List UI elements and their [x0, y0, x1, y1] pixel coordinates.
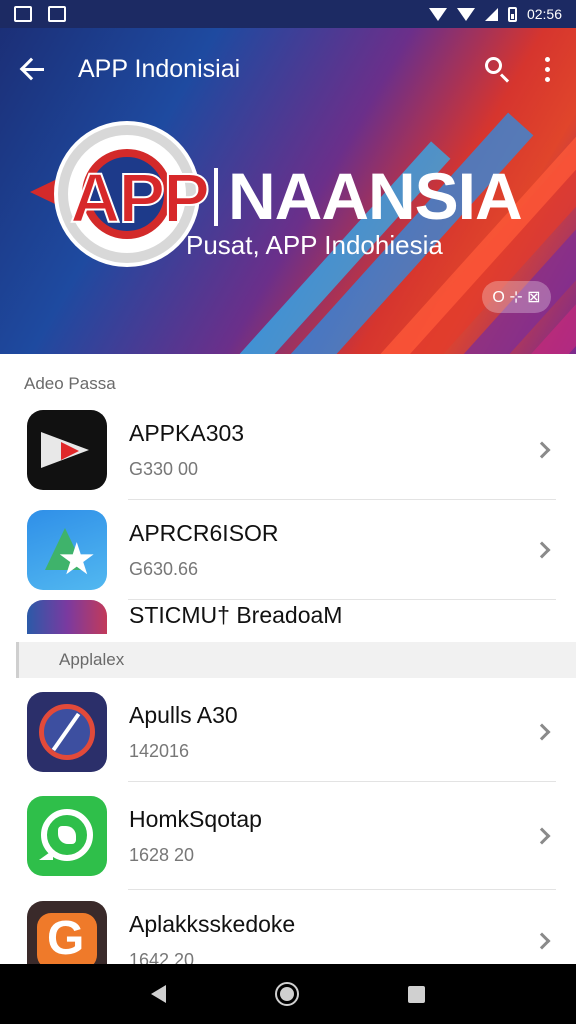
search-button[interactable] — [472, 44, 522, 94]
list-item[interactable]: Apulls A30 142016 — [0, 682, 576, 782]
nav-recents-icon[interactable] — [408, 985, 426, 1003]
signal-icon — [484, 7, 498, 21]
compass-icon — [27, 692, 107, 772]
chevron-right-icon — [533, 541, 551, 559]
item-meta: G330 00 — [129, 459, 199, 479]
gradient-app-icon — [27, 600, 107, 634]
section-header: Applalex — [16, 642, 576, 678]
brand-name: NAANSIA — [228, 159, 523, 233]
battery-icon — [507, 6, 517, 22]
play-video-icon — [27, 410, 107, 490]
item-name: Aplakksskedoke — [129, 911, 296, 937]
chevron-right-icon — [533, 827, 551, 845]
back-button[interactable] — [0, 28, 66, 110]
list-item[interactable]: G Aplakksskedoke 1642 20 — [0, 890, 576, 964]
section-header: Adeo Passa — [24, 374, 116, 393]
item-name: STICMU† BreadoaM — [129, 602, 343, 628]
search-icon — [485, 57, 502, 74]
list-item[interactable]: ★ APRCR6ISOR G630.66 — [0, 500, 576, 600]
list-item[interactable]: APPKA303 G330 00 — [0, 400, 576, 500]
chat-phone-icon — [27, 796, 107, 876]
more-options-button[interactable] — [522, 44, 572, 94]
nav-back-icon[interactable] — [150, 985, 166, 1003]
list-item[interactable]: HomkSqotap 1628 20 — [0, 782, 576, 890]
brand-prefix: APP — [69, 158, 211, 238]
item-name: HomkSqotap — [129, 806, 262, 832]
hero-chip-button[interactable]: O ⊹ ⊠ — [482, 281, 551, 313]
brand-tagline: Pusat, APP Indohiesia — [186, 230, 443, 260]
list-item[interactable]: STICMU† BreadoaM — [0, 600, 576, 642]
chevron-right-icon — [533, 932, 551, 950]
nav-home-icon[interactable] — [274, 982, 299, 1006]
notification-icon — [14, 6, 32, 22]
app-bar: APP Indonisiai — [0, 28, 576, 110]
system-nav-bar — [0, 964, 576, 1024]
back-arrow-icon — [20, 56, 46, 82]
screenshot-icon — [48, 6, 66, 22]
star-gradient-icon: ★ — [27, 510, 107, 590]
status-bar: 02:56 — [0, 0, 576, 28]
wifi-icon — [428, 7, 447, 21]
app-list: Adeo Passa APPKA303 G330 00 ★ APRCR6ISOR… — [0, 354, 576, 964]
chevron-right-icon — [533, 723, 551, 741]
item-meta: 142016 — [129, 741, 190, 761]
g-badge-icon: G — [27, 901, 107, 964]
item-meta: 1628 20 — [129, 845, 195, 865]
wifi-icon — [456, 7, 475, 21]
page-title: APP Indonisiai — [78, 54, 241, 83]
item-meta: G630.66 — [129, 559, 199, 579]
item-name: Apulls A30 — [129, 702, 238, 728]
item-meta: 1642 20 — [129, 950, 195, 964]
item-name: APRCR6ISOR — [129, 520, 279, 546]
item-name: APPKA303 — [129, 420, 245, 446]
more-vert-icon — [544, 56, 550, 62]
brand-divider — [214, 168, 218, 226]
status-time: 02:56 — [526, 6, 562, 22]
chevron-right-icon — [533, 441, 551, 459]
